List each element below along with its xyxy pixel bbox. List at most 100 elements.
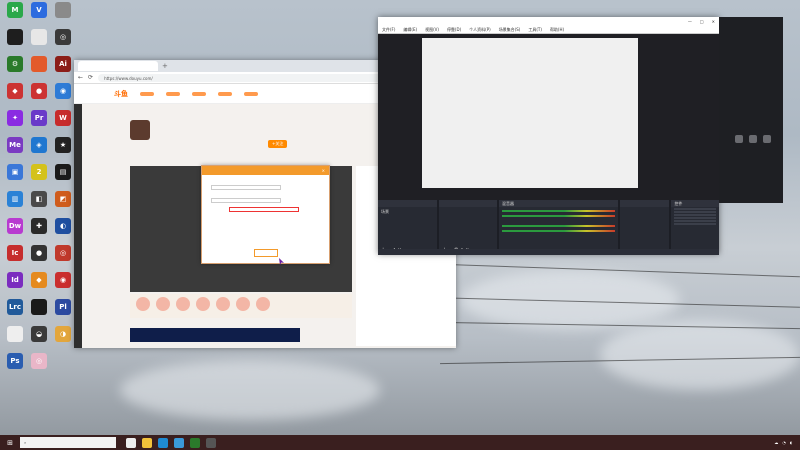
avatar[interactable] [130, 120, 150, 140]
obs-menu-item[interactable]: 个人资料(P) [469, 27, 491, 32]
desktop-icon[interactable]: ◆ [3, 83, 27, 100]
desktop-icon[interactable]: ⚙ [3, 56, 27, 73]
task-view-icon[interactable] [126, 437, 136, 448]
desktop-icon[interactable] [27, 29, 51, 46]
close-icon[interactable]: ✕ [712, 19, 715, 24]
desktop-icon[interactable]: ◆ [27, 272, 51, 289]
control-button[interactable] [763, 135, 771, 143]
desktop-icon[interactable]: Id [3, 272, 27, 289]
new-tab-icon[interactable]: + [162, 62, 168, 70]
file-explorer-icon[interactable] [142, 437, 152, 448]
ad-banner[interactable] [130, 328, 300, 342]
desktop-icon[interactable]: ✦ [3, 110, 27, 127]
desktop-icon[interactable]: Ic [3, 245, 27, 262]
scene-item[interactable]: 场景 [378, 207, 437, 217]
desktop-icon[interactable] [51, 2, 75, 19]
control-button[interactable] [749, 135, 757, 143]
desktop-icon[interactable] [27, 56, 51, 73]
desktop-icon[interactable]: Ai [51, 56, 75, 73]
obs-menu-item[interactable]: 停靠(D) [447, 27, 461, 32]
desktop-icon[interactable]: V [27, 2, 51, 19]
desktop-icon[interactable]: ◉ [51, 83, 75, 100]
desktop-icon[interactable]: ◑ [51, 326, 75, 343]
obs-preview[interactable] [378, 34, 719, 200]
option-select[interactable] [229, 207, 299, 212]
browser-tab[interactable] [78, 61, 158, 71]
back-icon[interactable]: ← [78, 74, 83, 81]
desktop-icon[interactable]: Pl [51, 299, 75, 316]
gift-icon[interactable] [156, 297, 170, 311]
control-button[interactable] [735, 135, 743, 143]
close-icon[interactable]: × [322, 168, 325, 173]
gift-icon[interactable] [256, 297, 270, 311]
site-nav-item[interactable] [244, 91, 258, 96]
desktop-icon[interactable]: Me [3, 137, 27, 154]
gift-icon[interactable] [176, 297, 190, 311]
desktop-icon[interactable]: ◩ [51, 191, 75, 208]
desktop-icon[interactable]: ◎ [51, 245, 75, 262]
desktop-icon[interactable]: ▥ [3, 191, 27, 208]
desktop-icon[interactable]: ◎ [27, 353, 51, 370]
desktop-icon[interactable]: Ps [3, 353, 27, 370]
site-nav-item[interactable] [218, 91, 232, 96]
obs-control-button[interactable] [674, 214, 716, 216]
app-icon[interactable] [190, 437, 200, 448]
desktop-icon[interactable]: ◈ [27, 137, 51, 154]
gift-icon[interactable] [236, 297, 250, 311]
obs-control-button[interactable] [674, 220, 716, 222]
site-nav-item[interactable] [166, 91, 180, 96]
search-box[interactable]: ⌕ [20, 437, 116, 448]
obs-menu-item[interactable]: 工具(T) [528, 27, 542, 32]
desktop-icon[interactable]: ★ [51, 137, 75, 154]
desktop-icon[interactable]: W [51, 110, 75, 127]
desktop-icon[interactable]: ▤ [51, 164, 75, 181]
obs-control-button[interactable] [674, 223, 716, 225]
follow-button[interactable]: +关注 [268, 140, 288, 148]
desktop-icon[interactable]: ◧ [27, 191, 51, 208]
gift-icon[interactable] [136, 297, 150, 311]
stream-settings-dialog[interactable]: × [201, 165, 330, 264]
desktop-icon[interactable]: ◉ [51, 272, 75, 289]
obs-control-button[interactable] [674, 217, 716, 219]
desktop-icon[interactable]: Pr [27, 110, 51, 127]
maximize-icon[interactable]: □ [700, 19, 704, 24]
desktop-icon[interactable]: ✚ [27, 218, 51, 235]
dark-window[interactable] [719, 17, 783, 203]
edge-icon[interactable] [158, 437, 168, 448]
desktop-icon[interactable]: 2 [27, 164, 51, 181]
start-icon[interactable]: ⊞ [0, 439, 20, 447]
obs-menu-item[interactable]: 视图(V) [425, 27, 439, 32]
desktop-icon[interactable]: ▣ [3, 164, 27, 181]
rtmp-url-field[interactable] [211, 185, 281, 190]
desktop-icon[interactable]: ◎ [51, 29, 75, 46]
obs-menu-item[interactable]: 帮助(H) [550, 27, 564, 32]
obs-window[interactable]: — □ ✕ 文件(F) 编辑(E) 视图(V) 停靠(D) 个人资料(P) 场景集合(S)… [378, 17, 719, 255]
confirm-button[interactable] [254, 249, 278, 257]
desktop-icon[interactable]: Lrc [3, 299, 27, 316]
desktop-icon[interactable] [27, 299, 51, 316]
volume-icon[interactable]: ◖ [790, 440, 792, 445]
desktop-icon[interactable]: ◒ [27, 326, 51, 343]
obs-control-button[interactable] [674, 208, 716, 210]
desktop-icon[interactable]: ◐ [51, 218, 75, 235]
desktop-icon[interactable]: Dw [3, 218, 27, 235]
site-nav-item[interactable] [192, 91, 206, 96]
app-icon[interactable] [174, 437, 184, 448]
site-logo[interactable]: 斗鱼 [114, 89, 128, 99]
obs-menu-item[interactable]: 场景集合(S) [499, 27, 521, 32]
desktop-icon[interactable]: ● [27, 245, 51, 262]
obs-menu-item[interactable]: 编辑(E) [403, 27, 417, 32]
obs-icon[interactable] [206, 437, 216, 448]
stream-key-field[interactable] [211, 198, 281, 203]
gift-icon[interactable] [196, 297, 210, 311]
refresh-icon[interactable]: ⟳ [88, 74, 93, 81]
weather-icon[interactable]: ☁ [774, 440, 778, 445]
obs-control-button[interactable] [674, 211, 716, 213]
gift-icon[interactable] [216, 297, 230, 311]
desktop-icon[interactable] [3, 29, 27, 46]
network-icon[interactable]: ◔ [782, 440, 786, 445]
desktop-icon[interactable]: ● [27, 83, 51, 100]
obs-menu-item[interactable]: 文件(F) [382, 27, 395, 32]
site-nav-item[interactable] [140, 91, 154, 96]
minimize-icon[interactable]: — [688, 19, 692, 24]
